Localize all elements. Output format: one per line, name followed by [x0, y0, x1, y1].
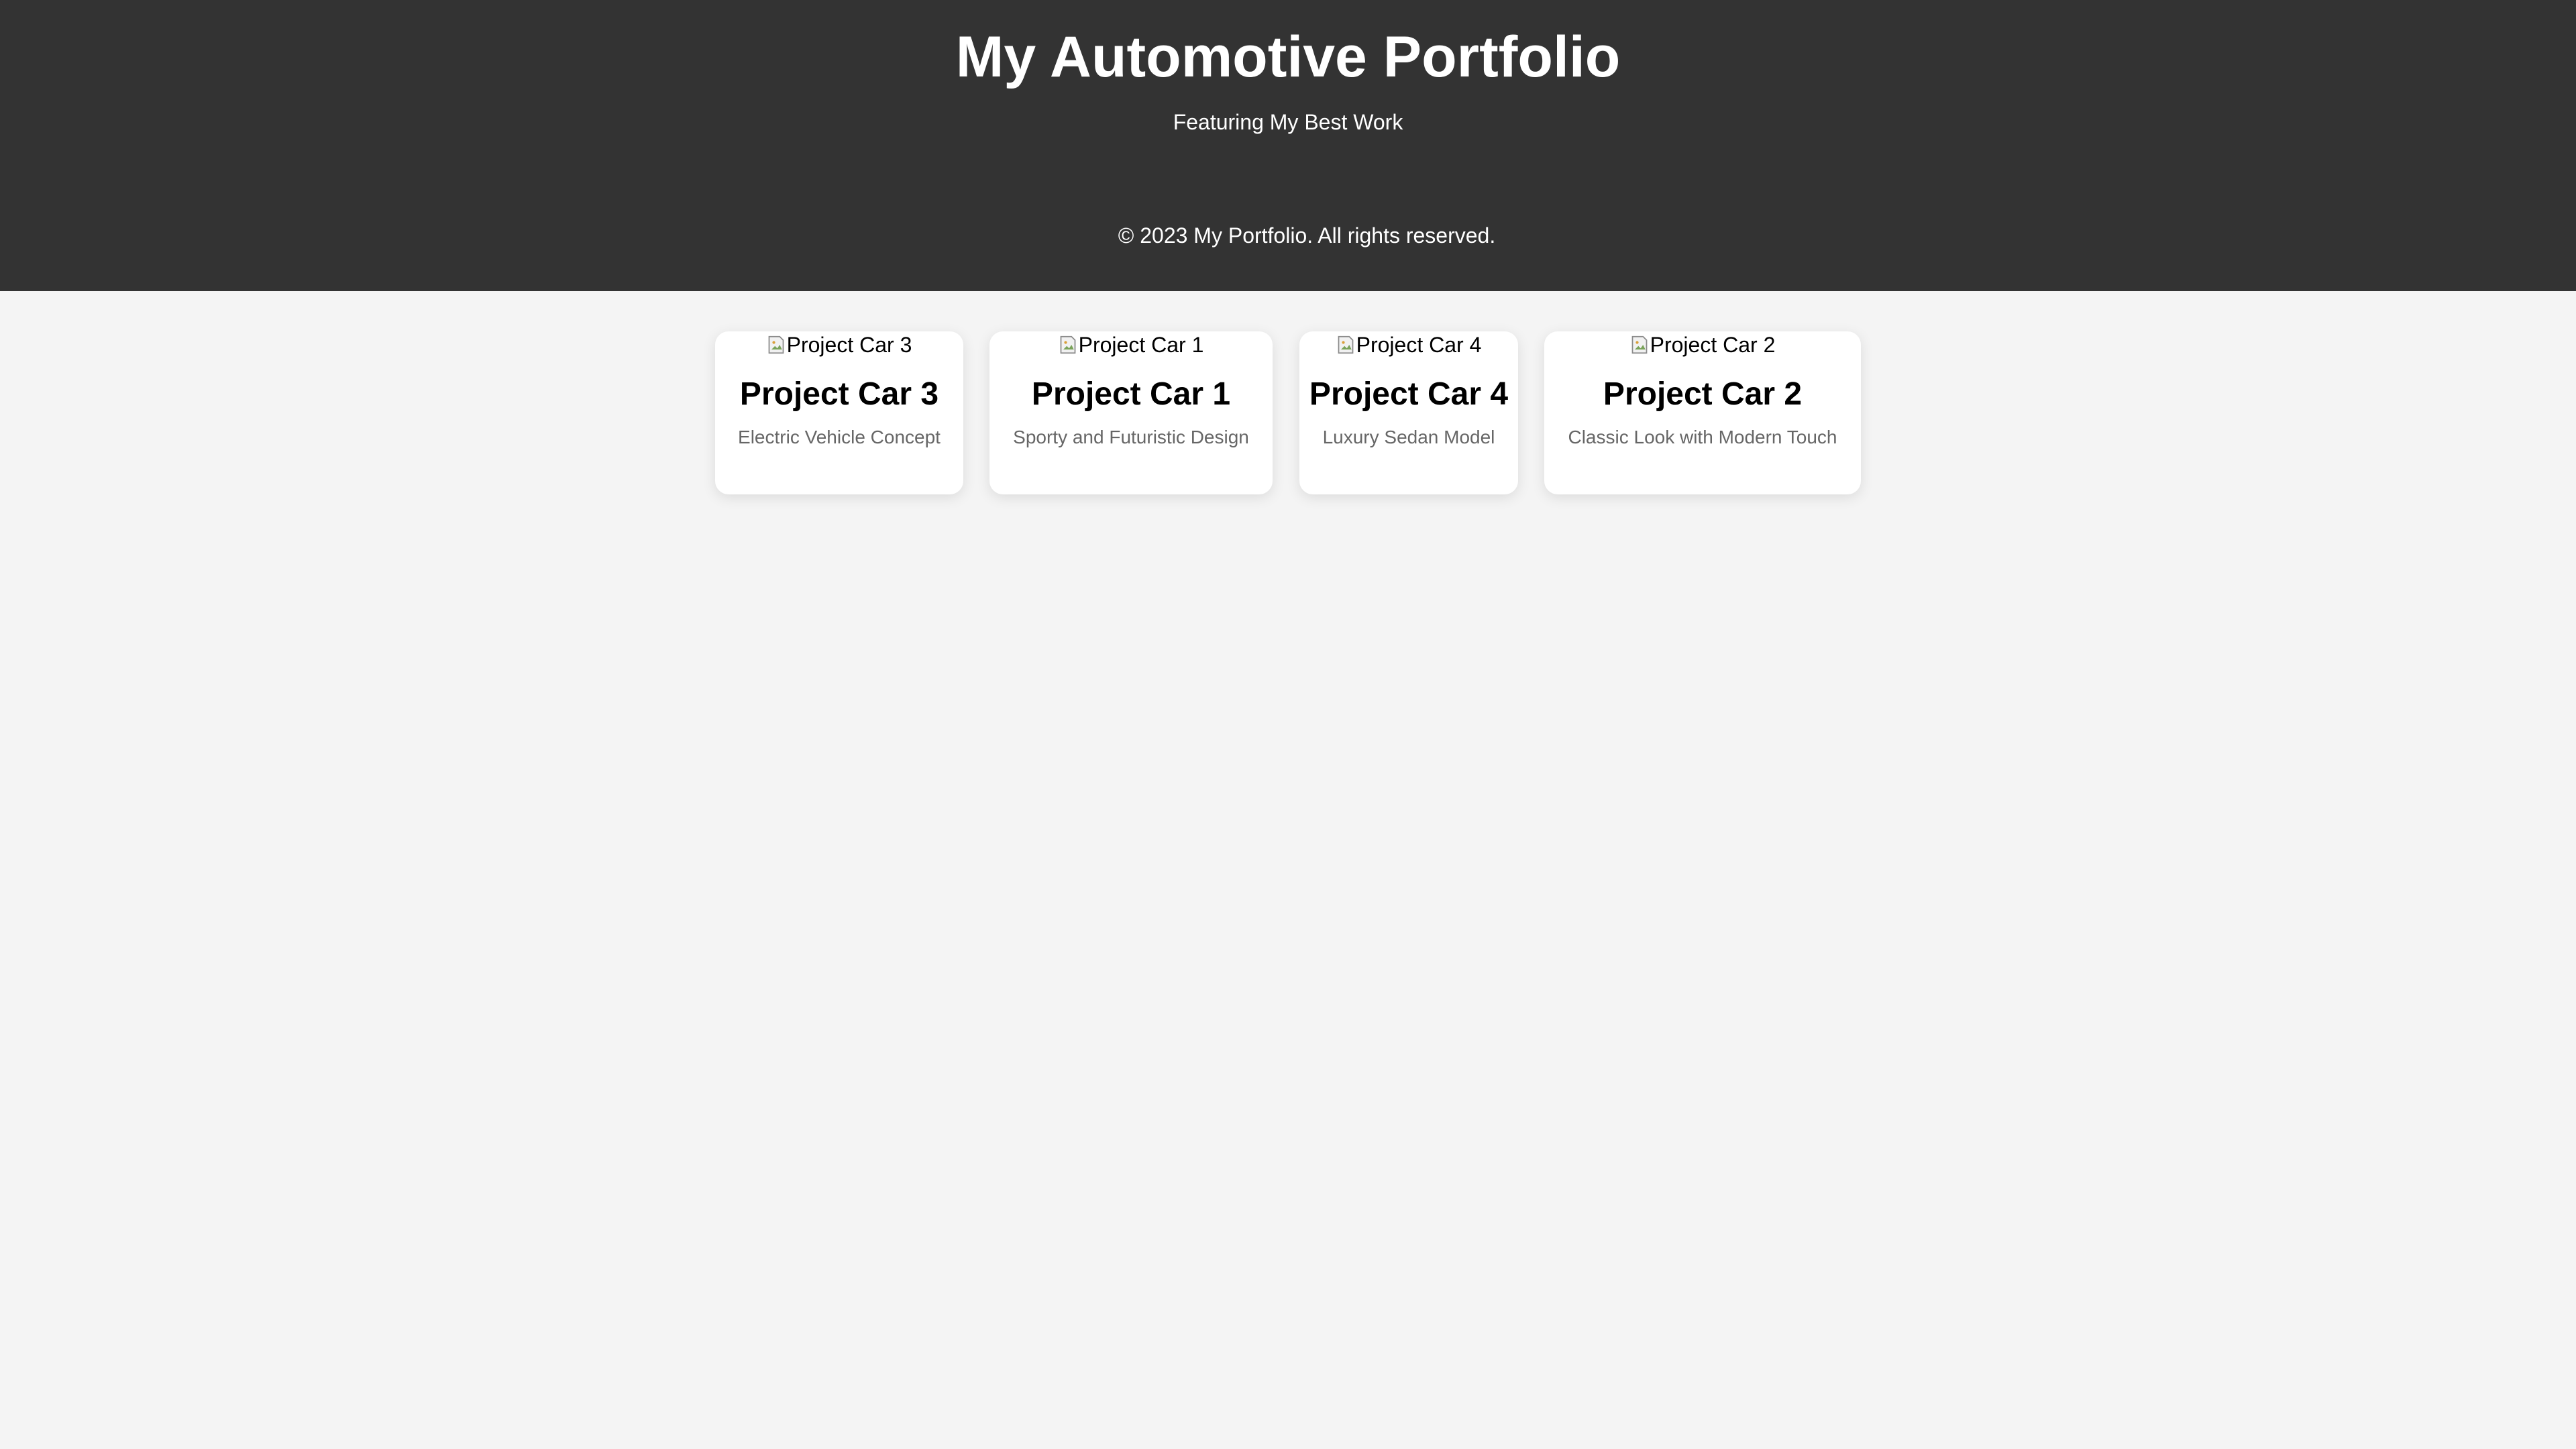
project-description: Electric Vehicle Concept: [738, 427, 941, 447]
copyright-notice: © 2023 My Portfolio. All rights reserved…: [1118, 223, 1496, 248]
project-description: Luxury Sedan Model: [1322, 427, 1495, 447]
broken-image-icon: [768, 335, 784, 354]
project-image: Project Car 1: [989, 331, 1273, 358]
project-image: Project Car 4: [1299, 331, 1518, 358]
project-image-alt: Project Car 2: [1650, 333, 1776, 357]
project-card[interactable]: Project Car 1 Project Car 1 Sporty and F…: [989, 331, 1273, 494]
project-image-alt: Project Car 3: [786, 333, 912, 357]
site-header: My Automotive Portfolio Featuring My Bes…: [0, 0, 2576, 291]
broken-image-icon: [1338, 335, 1353, 354]
project-description: Classic Look with Modern Touch: [1568, 427, 1837, 447]
site-subtitle: Featuring My Best Work: [1173, 110, 1403, 134]
project-card[interactable]: Project Car 3 Project Car 3 Electric Veh…: [715, 331, 963, 494]
project-card[interactable]: Project Car 4 Project Car 4 Luxury Sedan…: [1299, 331, 1518, 494]
project-image: Project Car 2: [1544, 331, 1861, 358]
project-image-alt: Project Car 1: [1078, 333, 1204, 357]
project-title: Project Car 2: [1603, 376, 1803, 412]
project-card[interactable]: Project Car 2 Project Car 2 Classic Look…: [1544, 331, 1861, 494]
broken-image-icon: [1631, 335, 1647, 354]
site-title: My Automotive Portfolio: [955, 25, 1621, 89]
project-description: Sporty and Futuristic Design: [1013, 427, 1249, 447]
project-title: Project Car 1: [1031, 376, 1231, 412]
project-title: Project Car 4: [1309, 376, 1509, 412]
broken-image-icon: [1060, 335, 1075, 354]
project-title: Project Car 3: [739, 376, 939, 412]
project-image-alt: Project Car 4: [1356, 333, 1482, 357]
project-image: Project Car 3: [715, 331, 963, 358]
